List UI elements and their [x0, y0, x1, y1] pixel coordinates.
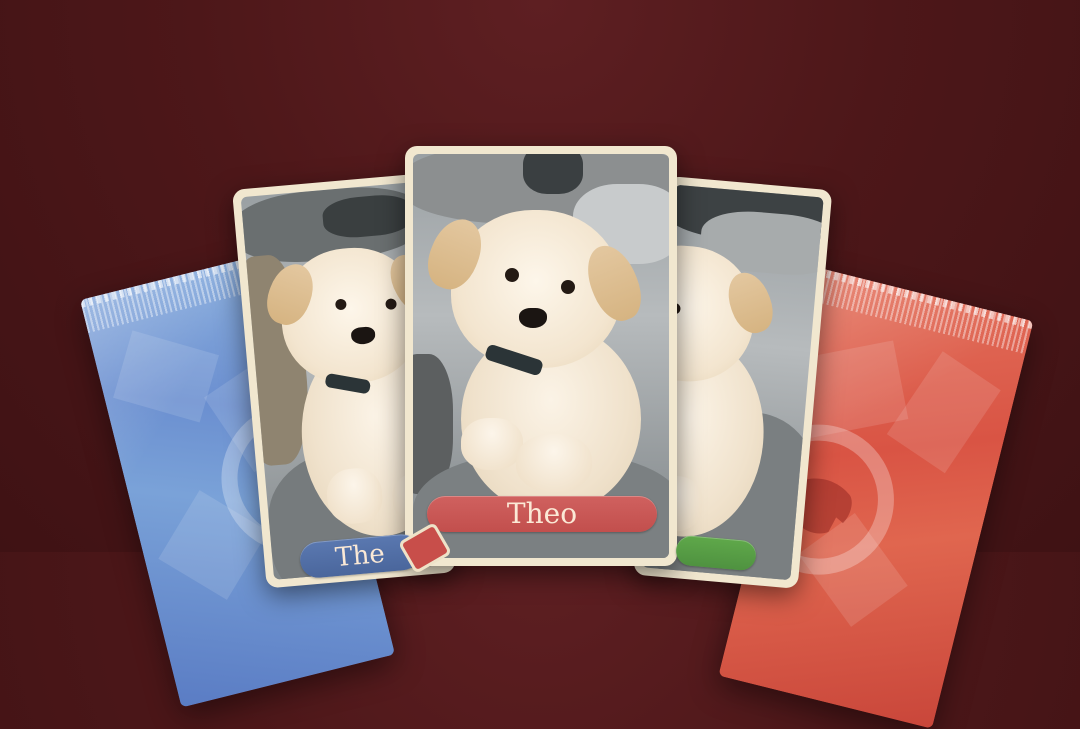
pack-texture: [886, 351, 1001, 474]
puppy: [419, 204, 661, 514]
pack-texture: [113, 330, 219, 423]
card-name-banner: Theo: [427, 496, 657, 532]
